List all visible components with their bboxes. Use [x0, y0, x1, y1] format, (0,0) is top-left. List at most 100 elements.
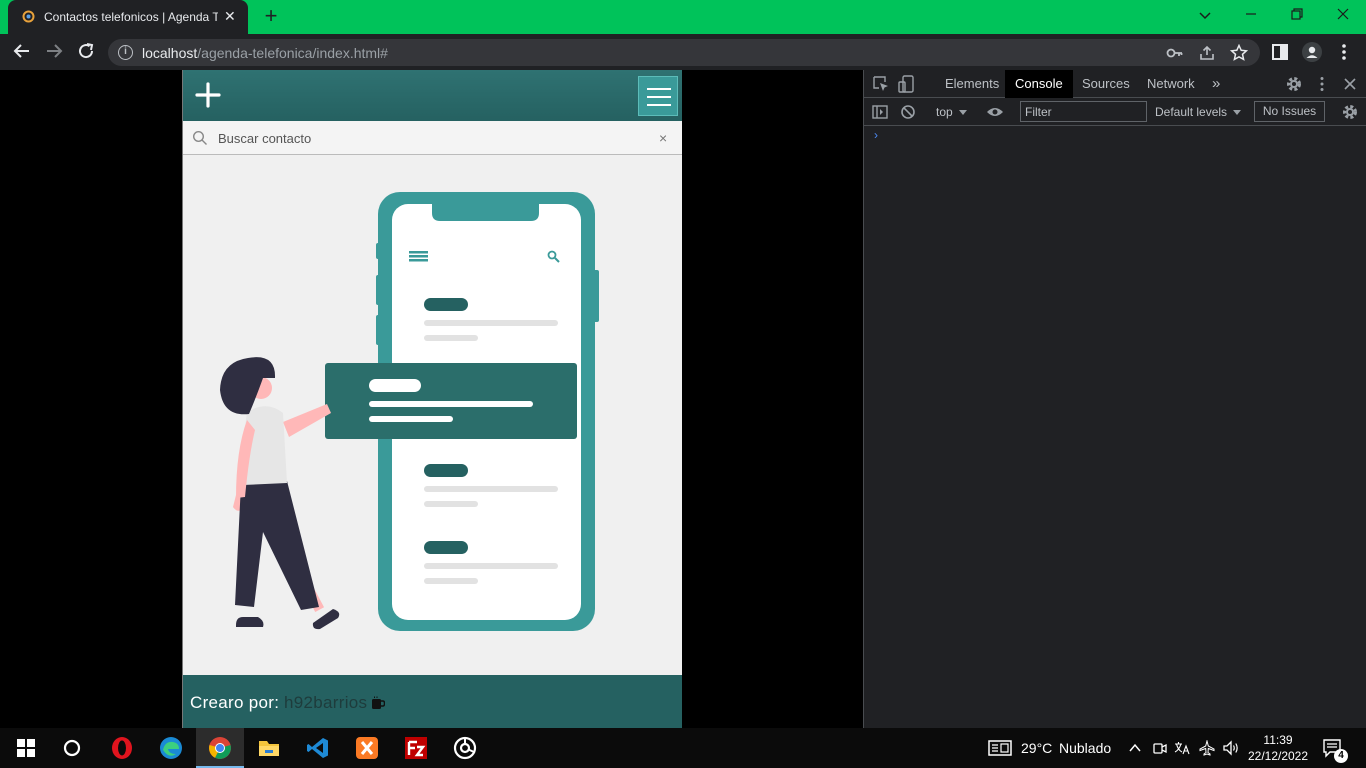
add-contact-button[interactable]: [193, 80, 223, 110]
reload-button[interactable]: [76, 42, 96, 62]
inspect-element-icon[interactable]: [872, 75, 890, 93]
forward-button[interactable]: [44, 42, 64, 62]
obs-icon: [453, 736, 477, 760]
start-icon: [17, 739, 35, 757]
url-text: localhost/agenda-telefonica/index.html#: [142, 45, 388, 61]
arrow-left-icon: [13, 44, 29, 58]
search-bar: ×: [183, 121, 682, 155]
log-levels-dropdown[interactable]: Default levels: [1155, 105, 1227, 119]
more-tabs-button[interactable]: »: [1202, 70, 1230, 98]
restore-button[interactable]: [1286, 6, 1308, 26]
devtools-tabbar: Elements Console Sources Network »: [864, 70, 1366, 98]
search-icon: [192, 130, 207, 145]
clear-console-icon[interactable]: [899, 103, 917, 121]
tab-console[interactable]: Console: [1005, 70, 1073, 98]
console-toolbar: top Default levels No Issues: [864, 98, 1366, 126]
filezilla-icon: [405, 737, 427, 759]
console-filter-input[interactable]: [1020, 101, 1147, 122]
minimize-icon: [1246, 13, 1256, 15]
arrow-right-icon: [47, 44, 63, 58]
hamburger-menu-button[interactable]: [638, 76, 678, 116]
close-icon[interactable]: [1341, 75, 1359, 93]
chevron-up-icon[interactable]: [1128, 741, 1142, 755]
taskbar-file-explorer[interactable]: [245, 728, 293, 768]
weather-condition[interactable]: Nublado: [1059, 740, 1111, 756]
cortana-button[interactable]: [48, 728, 96, 768]
taskbar-filezilla[interactable]: [392, 728, 440, 768]
dropdown-arrow-icon[interactable]: [958, 103, 968, 121]
taskbar-xampp[interactable]: [343, 728, 391, 768]
file-explorer-icon: [259, 741, 279, 756]
footer-author-link[interactable]: h92barrios: [284, 693, 367, 713]
dropdown-arrow-icon[interactable]: [1232, 103, 1242, 121]
input-language-icon[interactable]: [1174, 740, 1190, 756]
devtools-panel: Elements Console Sources Network » top D…: [863, 70, 1366, 728]
context-selector[interactable]: top: [936, 105, 953, 119]
menu-icon: [409, 251, 428, 262]
start-button[interactable]: [0, 728, 48, 768]
edge-icon: [160, 737, 182, 759]
browser-toolbar: i localhost/agenda-telefonica/index.html…: [0, 34, 1366, 70]
search-contact-input[interactable]: [218, 128, 638, 148]
new-tab-button[interactable]: +: [260, 5, 282, 27]
restore-icon: [1291, 8, 1303, 20]
side-panel-icon[interactable]: [1270, 42, 1290, 62]
page-viewport: ×: [0, 70, 863, 728]
close-window-button[interactable]: [1332, 6, 1354, 26]
taskbar-chrome[interactable]: [196, 728, 244, 768]
tab-sources[interactable]: Sources: [1072, 70, 1140, 98]
close-icon: [1337, 8, 1349, 20]
share-icon[interactable]: [1198, 44, 1216, 62]
taskbar-clock[interactable]: 11:39 22/12/2022: [1246, 732, 1310, 764]
chrome-icon: [209, 737, 231, 759]
screen: Contactos telefonicos | Agenda Te ✕ + i: [0, 0, 1366, 768]
clear-search-button[interactable]: ×: [659, 129, 667, 147]
url-path: /agenda-telefonica/index.html#: [197, 45, 388, 61]
tab-search-button[interactable]: [1194, 6, 1216, 26]
console-settings-gear-icon[interactable]: [1341, 103, 1359, 121]
key-icon[interactable]: [1166, 44, 1184, 62]
url-host: localhost: [142, 45, 198, 61]
kebab-menu-icon[interactable]: [1313, 75, 1331, 93]
tab-network[interactable]: Network: [1137, 70, 1205, 98]
tab-close-button[interactable]: ✕: [224, 8, 236, 24]
issues-button[interactable]: No Issues: [1254, 101, 1325, 122]
eye-icon[interactable]: [986, 103, 1004, 121]
minimize-button[interactable]: [1240, 6, 1262, 26]
console-prompt[interactable]: ›: [874, 128, 878, 142]
taskbar-obs[interactable]: [441, 728, 489, 768]
kebab-menu-icon[interactable]: [1334, 42, 1354, 62]
taskbar-edge[interactable]: [147, 728, 195, 768]
cortana-icon: [63, 739, 81, 757]
opera-icon: [112, 737, 132, 759]
vscode-icon: [307, 738, 328, 758]
site-info-icon[interactable]: i: [118, 45, 133, 60]
windows-taskbar: 29°C Nublado 11:39 22/12/2022 4: [0, 728, 1366, 768]
app-footer: Crearo por: h92barrios: [183, 675, 682, 728]
back-button[interactable]: [12, 42, 32, 62]
weather-icon[interactable]: [988, 739, 1012, 757]
volume-icon[interactable]: [1222, 740, 1240, 756]
gear-icon[interactable]: [1285, 75, 1303, 93]
contact-card-illustration: [325, 363, 577, 439]
app-header: [183, 70, 682, 121]
tab-elements[interactable]: Elements: [935, 70, 1009, 98]
reload-icon: [79, 43, 94, 59]
airplane-mode-icon[interactable]: [1199, 740, 1215, 756]
address-bar[interactable]: i localhost/agenda-telefonica/index.html…: [108, 39, 1260, 66]
device-toolbar-icon[interactable]: [898, 75, 916, 93]
browser-tab[interactable]: Contactos telefonicos | Agenda Te ✕: [8, 0, 248, 34]
sidebar-toggle-icon[interactable]: [871, 103, 889, 121]
meet-now-icon[interactable]: [1152, 740, 1168, 756]
tab-title: Contactos telefonicos | Agenda Te: [44, 10, 218, 24]
weather-temperature[interactable]: 29°C: [1021, 740, 1052, 756]
taskbar-vscode[interactable]: [294, 728, 342, 768]
clock-time: 11:39: [1263, 733, 1293, 747]
taskbar-opera[interactable]: [98, 728, 146, 768]
chevron-down-icon: [1199, 12, 1211, 20]
menu-line: [647, 88, 671, 90]
bookmark-star-icon[interactable]: [1230, 44, 1248, 62]
profile-avatar-icon[interactable]: [1302, 42, 1322, 62]
contacts-app: ×: [182, 70, 682, 728]
person-illustration: [220, 357, 340, 630]
